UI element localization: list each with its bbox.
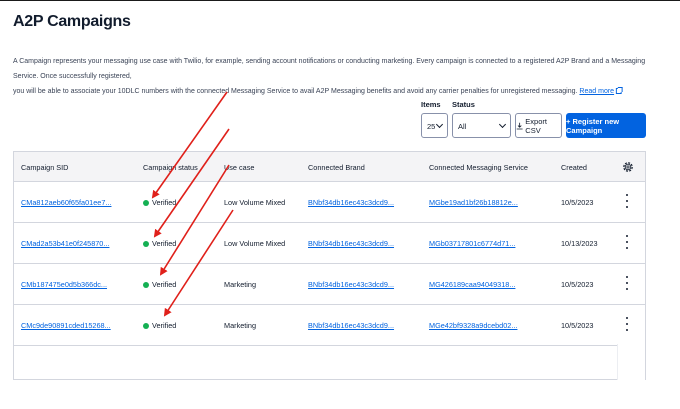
items-per-page-select[interactable]: 25 bbox=[421, 113, 448, 138]
gear-icon[interactable] bbox=[622, 161, 634, 173]
campaign-sid-link[interactable]: CMa812aeb60f65fa01ee7... bbox=[21, 198, 111, 207]
more-options-icon[interactable] bbox=[624, 194, 630, 208]
status-badge: Verified bbox=[143, 321, 176, 330]
status-badge: Verified bbox=[143, 280, 176, 289]
items-label: Items bbox=[421, 100, 441, 109]
table-row: CMa812aeb60f65fa01ee7... Verified Low Vo… bbox=[14, 182, 645, 223]
window-top-border bbox=[0, 0, 680, 1]
table-row: CMb187475e0d5b366dc... Verified Marketin… bbox=[14, 264, 645, 305]
created-date: 10/13/2023 bbox=[561, 239, 598, 248]
connected-brand-link[interactable]: BNbf34db16ec43c3dcd9... bbox=[308, 280, 394, 289]
register-new-campaign-button[interactable]: + Register new Campaign bbox=[566, 113, 646, 138]
campaign-sid-link[interactable]: CMc9de90891cded15268... bbox=[21, 321, 111, 330]
export-csv-label: Export CSV bbox=[525, 116, 547, 135]
use-case-text: Marketing bbox=[224, 280, 257, 289]
use-case-text: Low Volume Mixed bbox=[224, 198, 286, 207]
campaigns-table: Campaign SID Campaign status Use case Co… bbox=[13, 151, 646, 380]
connected-service-link[interactable]: MGbe19ad1bf26b18812e... bbox=[429, 198, 518, 207]
external-link-icon bbox=[616, 87, 623, 94]
connected-brand-link[interactable]: BNbf34db16ec43c3dcd9... bbox=[308, 198, 394, 207]
actions-column-filler bbox=[617, 344, 645, 380]
connected-brand-link[interactable]: BNbf34db16ec43c3dcd9... bbox=[308, 321, 394, 330]
use-case-text: Marketing bbox=[224, 321, 257, 330]
register-new-campaign-label: + Register new Campaign bbox=[566, 116, 620, 135]
connected-brand-link[interactable]: BNbf34db16ec43c3dcd9... bbox=[308, 239, 394, 248]
created-date: 10/5/2023 bbox=[561, 280, 594, 289]
status-filter-value: All bbox=[458, 122, 467, 131]
header-campaign-sid: Campaign SID bbox=[21, 163, 69, 172]
table-row: CMc9de90891cded15268... Verified Marketi… bbox=[14, 305, 645, 346]
connected-service-link[interactable]: MGe42bf9328a9dcebd02... bbox=[429, 321, 517, 330]
header-connected-brand: Connected Brand bbox=[308, 163, 365, 172]
more-options-icon[interactable] bbox=[624, 235, 630, 249]
campaign-sid-link[interactable]: CMb187475e0d5b366dc... bbox=[21, 280, 107, 289]
status-label: Status bbox=[452, 100, 475, 109]
header-use-case: Use case bbox=[224, 163, 255, 172]
table-header: Campaign SID Campaign status Use case Co… bbox=[14, 152, 645, 182]
created-date: 10/5/2023 bbox=[561, 321, 594, 330]
verified-status-icon bbox=[143, 199, 149, 206]
page-title: A2P Campaigns bbox=[13, 13, 131, 30]
header-campaign-status: Campaign status bbox=[143, 163, 198, 172]
export-csv-button[interactable]: Export CSV bbox=[515, 113, 562, 138]
chevron-down-icon bbox=[435, 120, 444, 129]
page-description: A Campaign represents your messaging use… bbox=[13, 53, 647, 98]
table-row: CMad2a53b41e0f245870... Verified Low Vol… bbox=[14, 223, 645, 264]
more-options-icon[interactable] bbox=[624, 317, 630, 331]
status-badge: Verified bbox=[143, 198, 176, 207]
status-filter-select[interactable]: All bbox=[452, 113, 511, 138]
status-badge: Verified bbox=[143, 239, 176, 248]
description-line-2: you will be able to associate your 10DLC… bbox=[13, 86, 578, 95]
campaign-sid-link[interactable]: CMad2a53b41e0f245870... bbox=[21, 239, 109, 248]
connected-service-link[interactable]: MGb03717801c6774d71... bbox=[429, 239, 515, 248]
items-per-page-value: 25 bbox=[427, 122, 436, 131]
verified-status-icon bbox=[143, 322, 149, 329]
verified-status-icon bbox=[143, 281, 149, 288]
use-case-text: Low Volume Mixed bbox=[224, 239, 286, 248]
chevron-down-icon bbox=[498, 120, 507, 129]
description-line-1: A Campaign represents your messaging use… bbox=[13, 56, 646, 80]
header-connected-messaging-service: Connected Messaging Service bbox=[429, 163, 528, 172]
read-more-link[interactable]: Read more bbox=[579, 86, 623, 95]
header-created: Created bbox=[561, 163, 587, 172]
download-icon bbox=[516, 122, 523, 129]
verified-status-icon bbox=[143, 240, 149, 247]
more-options-icon[interactable] bbox=[624, 276, 630, 290]
created-date: 10/5/2023 bbox=[561, 198, 594, 207]
connected-service-link[interactable]: MG426189caa94049318... bbox=[429, 280, 515, 289]
